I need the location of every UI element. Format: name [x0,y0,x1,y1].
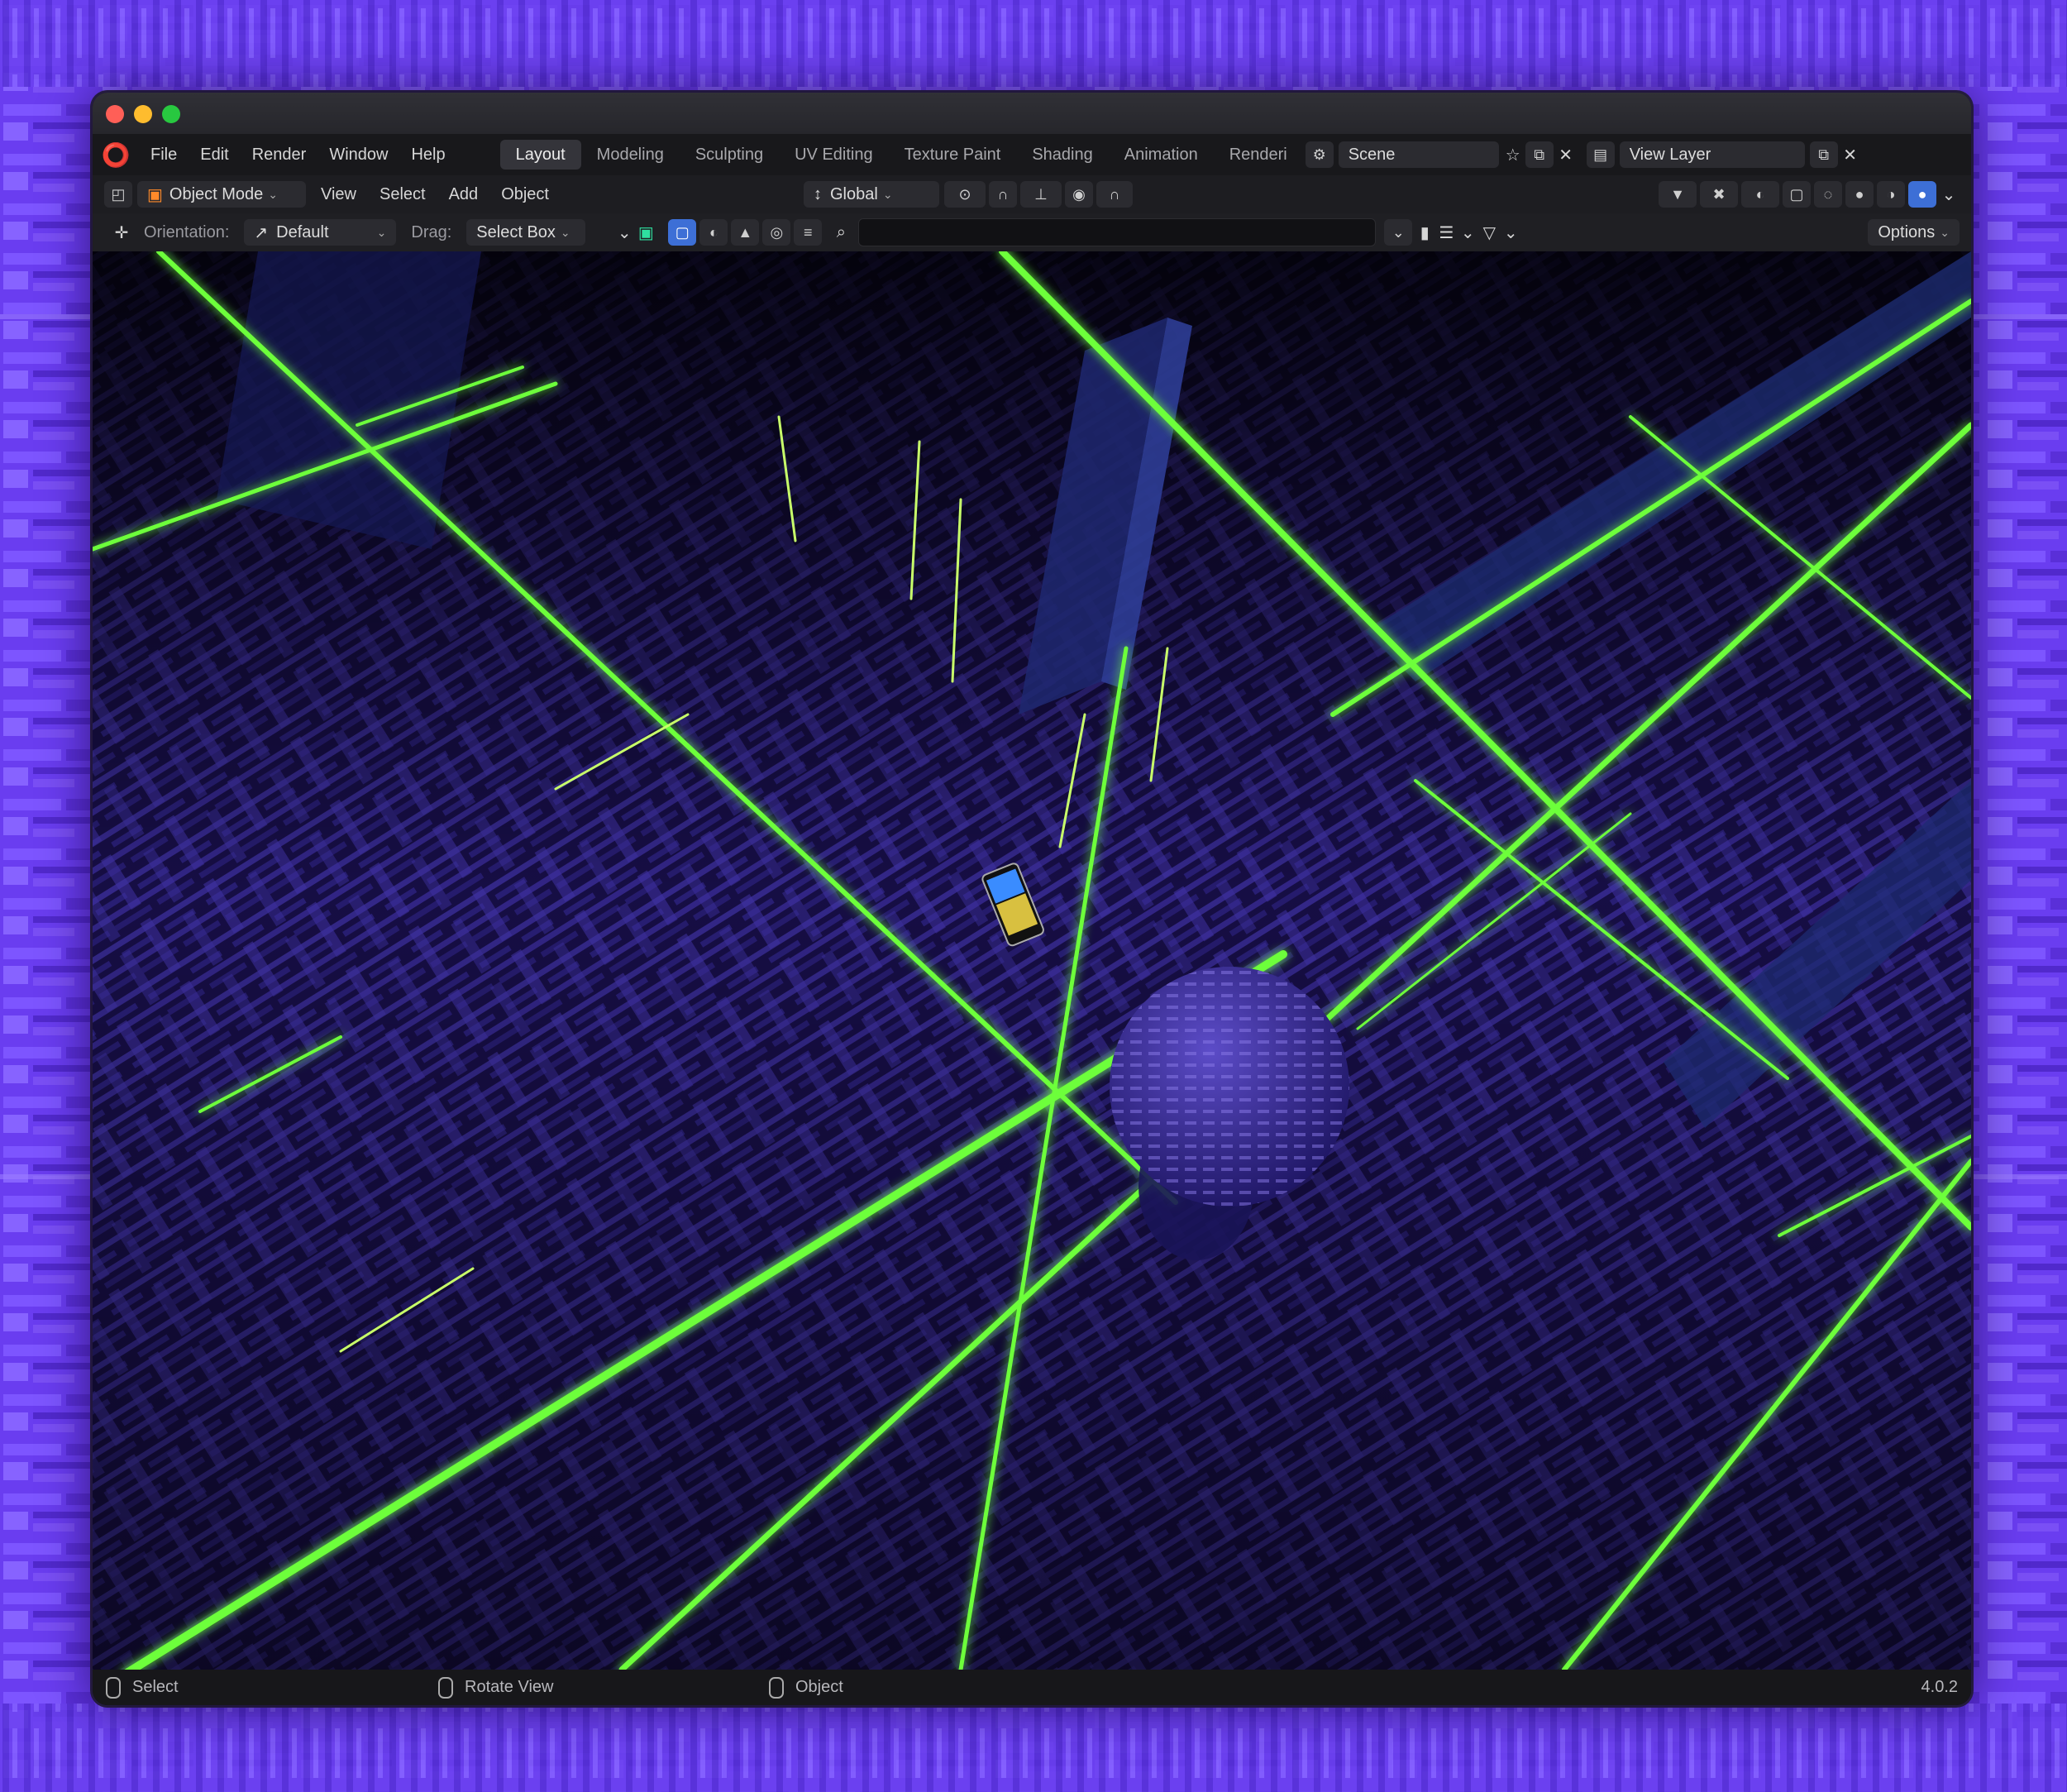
tab-texture-paint[interactable]: Texture Paint [889,140,1017,170]
chevron-down-icon[interactable]: ⌄ [1457,222,1478,243]
proportional-edit-icon[interactable]: ◉ [1065,181,1093,208]
snap-target-icon[interactable]: ⊥ [1020,181,1062,208]
version-label: 4.0.2 [1921,1678,1958,1696]
mouse-right-icon [769,1676,784,1699]
tab-modeling[interactable]: Modeling [581,140,680,170]
orientation-dropdown[interactable]: ↗ Default ⌄ [244,219,397,246]
tab-animation[interactable]: Animation [1109,140,1214,170]
cube-icon[interactable]: ▣ [635,222,656,243]
drag-value: Select Box [476,222,556,241]
scene-field[interactable]: Scene [1338,141,1499,168]
chevron-down-icon: ⌄ [560,225,570,239]
material-preview-icon[interactable]: ◑ [1877,181,1905,208]
orientation-label: Global [830,184,878,203]
falloff-icon[interactable]: ∩ [1096,181,1133,208]
close-window-button[interactable] [106,105,124,123]
tab-shading[interactable]: Shading [1016,140,1108,170]
blender-window: ⭕ File Edit Render Window Help Layout Mo… [93,93,1971,1705]
chevron-down-icon[interactable]: ⌄ [1500,222,1521,243]
transform-tool-icon[interactable]: ✛ [111,222,132,243]
rendered-scene[interactable] [93,251,1971,1670]
drag-label: Drag: [411,222,452,241]
menu-view[interactable]: View [309,178,368,211]
tab-layout[interactable]: Layout [499,140,581,170]
tab-rendering[interactable]: Renderi [1214,140,1297,170]
menu-render[interactable]: Render [241,138,318,171]
drag-dropdown[interactable]: Select Box ⌄ [466,219,586,246]
menu-file[interactable]: File [139,138,189,171]
menu-add[interactable]: Add [437,178,490,211]
stats-icon[interactable]: ≡ [794,219,823,246]
menu-edit[interactable]: Edit [189,138,240,171]
mode-label: Object Mode [169,184,264,203]
status-select-label: Select [132,1678,179,1696]
pin-icon[interactable]: ☆ [1502,144,1524,165]
shapes-icon[interactable]: ▲ [731,219,760,246]
chevron-down-icon: ⌄ [1940,225,1950,239]
tab-uv-editing[interactable]: UV Editing [779,140,889,170]
sphere-icon[interactable]: ◐ [699,219,728,246]
bookmark-icon[interactable]: ▮ [1414,222,1435,243]
mouse-left-icon [106,1676,121,1699]
magnet-icon[interactable]: ∩ [989,181,1017,208]
new-scene-icon[interactable]: ⧉ [1525,141,1554,168]
3d-viewport[interactable] [93,251,1971,1670]
select-mode-icon[interactable]: ▢ [668,219,697,246]
search-icon[interactable]: ⌕ [830,222,852,243]
zoom-window-button[interactable] [162,105,180,123]
close-icon[interactable]: ✕ [1840,144,1861,165]
transform-orientation-dropdown[interactable]: ↕ Global ⌄ [804,181,939,208]
close-icon[interactable]: ✕ [1555,144,1577,165]
status-rotate-label: Rotate View [465,1678,554,1696]
hierarchy-icon[interactable]: ☰ [1435,222,1457,243]
gizmo-icon[interactable]: ✖ [1700,181,1738,208]
solid-icon[interactable]: ● [1845,181,1874,208]
chevron-down-icon: ⌄ [376,225,387,239]
filter-icon[interactable]: ▽ [1478,222,1500,243]
menu-help[interactable]: Help [399,138,456,171]
options-label: Options [1878,222,1936,241]
3d-viewport-icon[interactable]: ◰ [104,181,132,208]
view-layer-icon[interactable]: ▤ [1586,141,1615,168]
axis-icon: ↗ [254,223,269,242]
options-dropdown[interactable]: Options ⌄ [1868,219,1960,246]
axis-icon: ↕ [814,184,822,203]
view-layer-field[interactable]: View Layer [1619,141,1805,168]
chevron-down-icon[interactable]: ⌄ [1384,219,1413,246]
overlay-icon[interactable]: ◐ [1741,181,1779,208]
wireframe-icon[interactable]: ◌ [1814,181,1842,208]
minimize-window-button[interactable] [134,105,152,123]
scene-selector-icon[interactable]: ⚙ [1305,141,1334,168]
status-object-label: Object [795,1678,843,1696]
chevron-down-icon: ⌄ [268,187,279,201]
chevron-down-icon[interactable]: ⌄ [1938,184,1960,205]
world-icon[interactable]: ◎ [762,219,791,246]
rendered-icon[interactable]: ● [1908,181,1936,208]
visibility-icon[interactable]: ▼ [1659,181,1697,208]
status-select: Select [106,1676,179,1699]
blender-logo-icon[interactable]: ⭕ [93,141,139,169]
orientation-value: Default [276,222,329,241]
pivot-point-icon[interactable]: ⊙ [944,181,986,208]
cube-icon: ▣ [147,185,163,204]
menu-window[interactable]: Window [317,138,399,171]
chevron-down-icon[interactable]: ⌄ [613,222,635,243]
viewport-header: ◰ ▣ Object Mode ⌄ View Select Add Object… [93,175,1971,213]
title-bar [93,93,1971,134]
search-input[interactable] [858,218,1377,246]
menu-object[interactable]: Object [489,178,561,211]
chevron-down-icon: ⌄ [882,187,893,201]
mouse-middle-icon [438,1676,453,1699]
menu-select[interactable]: Select [368,178,437,211]
top-menubar: ⭕ File Edit Render Window Help Layout Mo… [93,134,1971,175]
status-object: Object [769,1676,843,1699]
orientation-label: Orientation: [144,222,230,241]
xray-icon[interactable]: ▢ [1783,181,1811,208]
status-rotate: Rotate View [438,1676,554,1699]
tab-sculpting[interactable]: Sculpting [680,140,779,170]
tool-header: ✛ Orientation: ↗ Default ⌄ Drag: Select … [93,213,1971,251]
mode-dropdown[interactable]: ▣ Object Mode ⌄ [137,181,306,208]
status-bar: Select Rotate View Object 4.0.2 [93,1670,1971,1705]
new-view-layer-icon[interactable]: ⧉ [1809,141,1838,168]
